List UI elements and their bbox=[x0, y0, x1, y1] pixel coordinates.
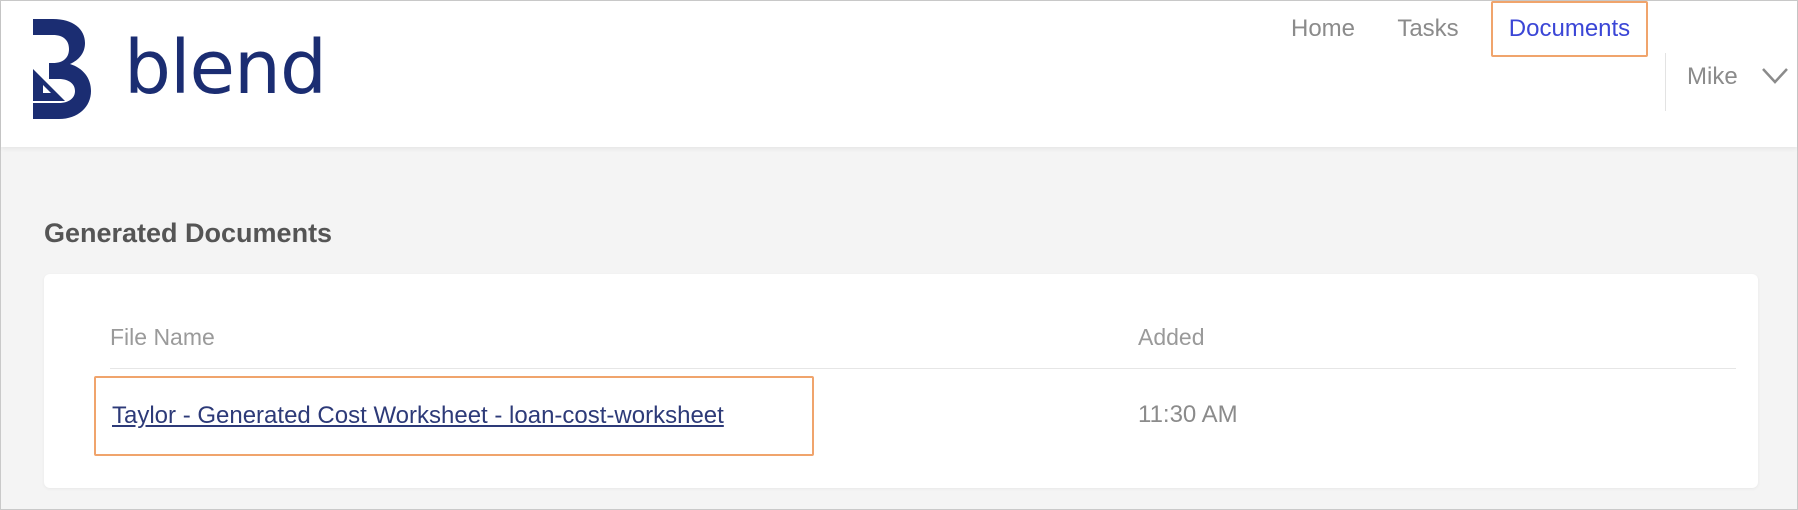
table-divider bbox=[110, 368, 1736, 369]
column-header-added: Added bbox=[1138, 324, 1205, 350]
column-header-file-name: File Name bbox=[110, 324, 215, 350]
page-title: Generated Documents bbox=[44, 218, 333, 248]
document-link[interactable]: Taylor - Generated Cost Worksheet - loan… bbox=[112, 402, 724, 430]
brand-wordmark: blend bbox=[124, 25, 327, 111]
user-menu[interactable]: Mike bbox=[1687, 49, 1791, 105]
table-row: Taylor - Generated Cost Worksheet - loan… bbox=[94, 376, 814, 456]
user-name: Mike bbox=[1687, 63, 1738, 90]
top-header: blend Home Tasks Documents Mike bbox=[1, 1, 1797, 147]
documents-table: File Name Added Taylor - Generated Cost … bbox=[44, 274, 1758, 488]
brand-logo[interactable]: blend bbox=[29, 19, 329, 137]
chevron-down-icon bbox=[1762, 68, 1788, 84]
nav-documents-link[interactable]: Documents bbox=[1491, 1, 1648, 57]
nav-divider bbox=[1665, 53, 1666, 111]
nav-home-link[interactable]: Home bbox=[1285, 1, 1361, 57]
document-added-time: 11:30 AM bbox=[1138, 401, 1238, 428]
blend-logo-icon bbox=[33, 19, 91, 119]
nav-tasks-link[interactable]: Tasks bbox=[1394, 1, 1462, 57]
